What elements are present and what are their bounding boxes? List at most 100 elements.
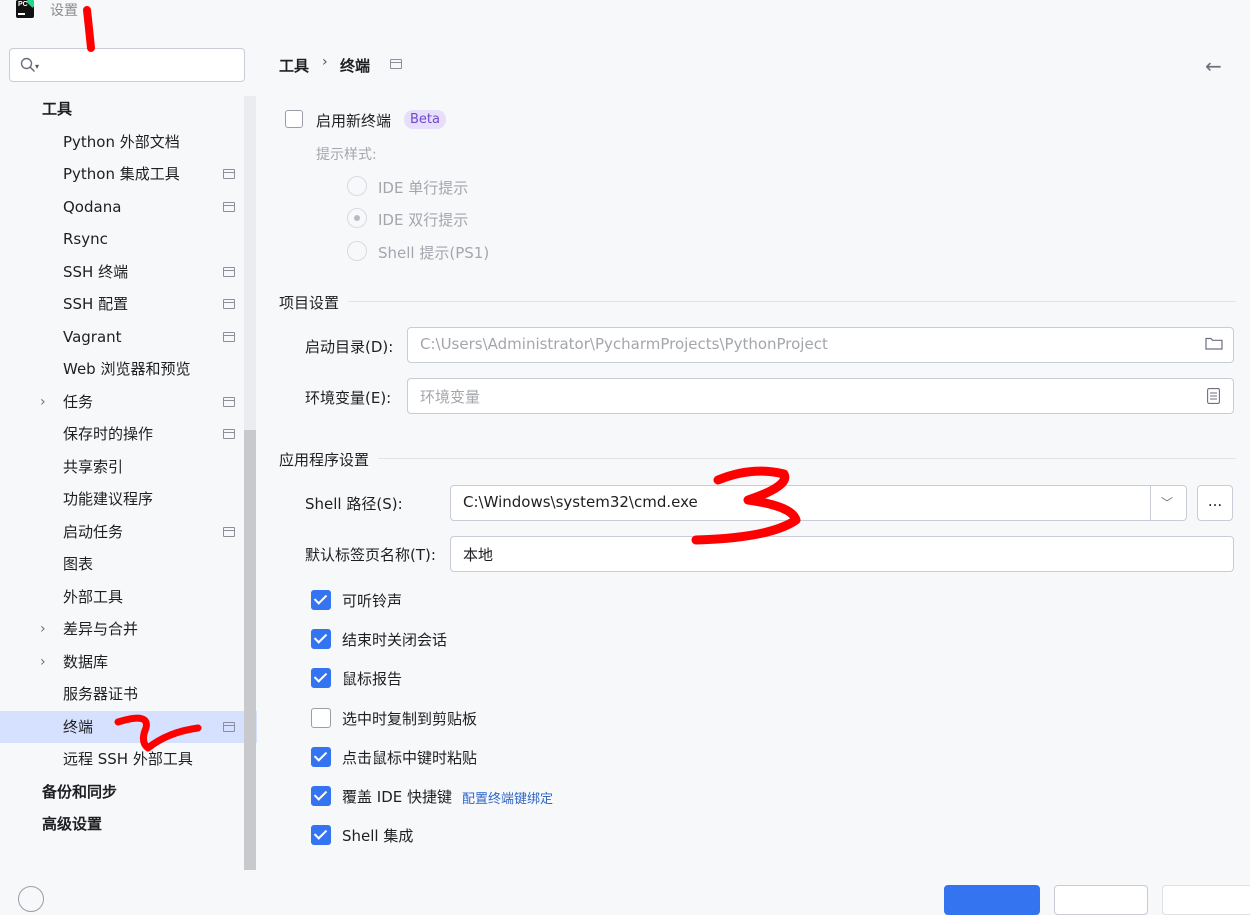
search-icon[interactable] (20, 57, 36, 73)
title-bar (0, 0, 1250, 22)
sidebar-item[interactable]: 服务器证书 (0, 678, 244, 710)
pycharm-logo-icon: PC (16, 0, 34, 18)
enable-new-terminal-checkbox[interactable] (285, 110, 303, 128)
env-vars-placeholder: 环境变量 (420, 388, 481, 406)
sidebar-item-label: SSH 配置 (63, 295, 129, 313)
sidebar-item-label: 工具 (42, 100, 73, 118)
option-checkbox[interactable] (311, 668, 331, 689)
option-checkbox-label[interactable]: 覆盖 IDE 快捷键 (342, 786, 452, 807)
option-checkbox-label[interactable]: 点击鼠标中键时粘贴 (342, 747, 477, 768)
option-checkbox-label[interactable]: 可听铃声 (342, 590, 402, 611)
start-dir-label: 启动目录(D): (305, 338, 394, 356)
option-checkbox[interactable] (311, 590, 331, 610)
prompt-style-label: 提示样式: (316, 147, 377, 163)
chevron-down-icon[interactable]: ﹀ (1161, 494, 1173, 511)
env-vars-input[interactable]: 环境变量 (407, 378, 1234, 414)
sidebar-item[interactable]: 外部工具 (0, 581, 244, 613)
sidebar-item[interactable]: › 差异与合并 (0, 613, 244, 645)
radio-ide-double-line-label[interactable]: IDE 双行提示 (378, 209, 468, 230)
option-checkbox[interactable] (311, 629, 331, 650)
radio-shell-ps1[interactable] (347, 241, 367, 261)
sidebar-item[interactable]: 图表 (0, 548, 244, 580)
sidebar-item[interactable]: 共享索引 (0, 451, 244, 483)
sidebar-item[interactable]: 保存时的操作 (0, 418, 244, 450)
sidebar-item[interactable]: › 任务 (0, 386, 244, 418)
combobox-divider (1150, 486, 1151, 520)
breadcrumb-current: 终端 (340, 57, 371, 75)
option-checkbox[interactable] (311, 707, 331, 728)
option-checkbox-label[interactable]: Shell 集成 (342, 825, 413, 846)
edit-env-list-icon[interactable] (1207, 388, 1220, 404)
shell-path-value: C:\Windows\system32\cmd.exe (463, 493, 698, 511)
shell-path-label: Shell 路径(S): (305, 495, 403, 513)
chevron-right-icon[interactable]: › (40, 613, 46, 645)
sidebar-item[interactable]: Python 外部文档 (0, 126, 244, 158)
sidebar-item[interactable]: 远程 SSH 外部工具 (0, 743, 244, 775)
sidebar-item[interactable]: 功能建议程序 (0, 483, 244, 515)
default-tab-name-label: 默认标签页名称(T): (305, 546, 436, 564)
sidebar-item-label: 终端 (63, 717, 94, 736)
project-level-icon (223, 331, 235, 342)
nav-scrollbar-thumb[interactable] (244, 430, 256, 870)
app-settings-heading: 应用程序设置 (279, 451, 370, 469)
sidebar-item[interactable]: 启动任务 (0, 516, 244, 548)
sidebar-item[interactable]: 备份和同步 (0, 776, 244, 808)
sidebar-item-label: Python 外部文档 (63, 132, 180, 151)
sidebar-item-label: 任务 (63, 392, 94, 411)
project-settings-heading: 项目设置 (279, 294, 340, 312)
option-checkbox-label[interactable]: 选中时复制到剪贴板 (342, 708, 477, 729)
settings-search-input[interactable] (9, 48, 245, 82)
search-options-chevron-icon[interactable]: ▾ (35, 62, 39, 71)
ok-button[interactable] (944, 885, 1040, 915)
apply-button[interactable] (1162, 885, 1250, 915)
chevron-right-icon[interactable]: › (40, 646, 46, 678)
option-checkbox-label[interactable]: 结束时关闭会话 (342, 629, 447, 650)
back-arrow-icon[interactable]: ← (1205, 54, 1222, 78)
enable-new-terminal-label[interactable]: 启用新终端 (316, 110, 391, 131)
sidebar-item[interactable]: Rsync (0, 223, 244, 255)
sidebar-item[interactable]: Qodana (0, 191, 244, 223)
chevron-right-icon[interactable]: › (40, 386, 46, 418)
radio-ide-single-line-label[interactable]: IDE 单行提示 (378, 177, 468, 198)
breadcrumb-parent[interactable]: 工具 (279, 55, 309, 76)
sidebar-item[interactable]: Vagrant (0, 321, 244, 353)
option-checkbox[interactable] (311, 746, 331, 767)
sidebar-item-label: 备份和同步 (42, 782, 118, 801)
start-dir-input[interactable]: C:\Users\Administrator\PycharmProjects\P… (407, 327, 1234, 363)
sidebar-item-label: Python 集成工具 (63, 165, 180, 183)
sidebar-item-label: Rsync (63, 230, 108, 248)
sidebar-item[interactable]: SSH 终端 (0, 256, 244, 288)
sidebar-item[interactable]: 终端 (0, 710, 257, 743)
option-checkbox[interactable] (311, 786, 331, 806)
project-level-icon (223, 526, 235, 537)
sidebar-item-label: Web 浏览器和预览 (63, 360, 191, 378)
cancel-button[interactable] (1054, 885, 1148, 915)
shell-path-combobox[interactable]: C:\Windows\system32\cmd.exe (450, 485, 1187, 521)
project-level-icon (223, 721, 235, 732)
sidebar-item[interactable]: 高级设置 (0, 808, 244, 840)
configure-keybindings-link[interactable]: 配置终端键绑定 (462, 788, 553, 807)
project-level-icon (223, 299, 235, 309)
sidebar-item[interactable]: › 数据库 (0, 646, 244, 678)
folder-icon[interactable] (1205, 337, 1223, 350)
help-icon[interactable] (18, 886, 44, 912)
sidebar-item[interactable]: 工具 (0, 93, 244, 125)
browse-shell-button[interactable]: ... (1197, 485, 1233, 521)
radio-ide-single-line[interactable] (347, 176, 367, 196)
sidebar-item-label: 启动任务 (63, 522, 124, 541)
sidebar-item[interactable]: Web 浏览器和预览 (0, 353, 244, 385)
beta-badge: Beta (404, 110, 446, 129)
section-divider (348, 301, 1236, 302)
sidebar-item-label: Qodana (63, 197, 122, 216)
env-vars-label: 环境变量(E): (305, 389, 392, 407)
radio-ide-double-line[interactable] (347, 208, 367, 228)
radio-shell-ps1-label[interactable]: Shell 提示(PS1) (378, 242, 489, 263)
sidebar-item[interactable]: Python 集成工具 (0, 158, 244, 190)
sidebar-item-label: 高级设置 (42, 815, 103, 833)
default-tab-name-input[interactable]: 本地 (450, 536, 1234, 572)
project-level-icon (223, 266, 235, 277)
option-checkbox[interactable] (311, 825, 331, 846)
option-checkbox-label[interactable]: 鼠标报告 (342, 668, 402, 689)
project-level-icon (223, 169, 235, 179)
sidebar-item[interactable]: SSH 配置 (0, 288, 244, 320)
